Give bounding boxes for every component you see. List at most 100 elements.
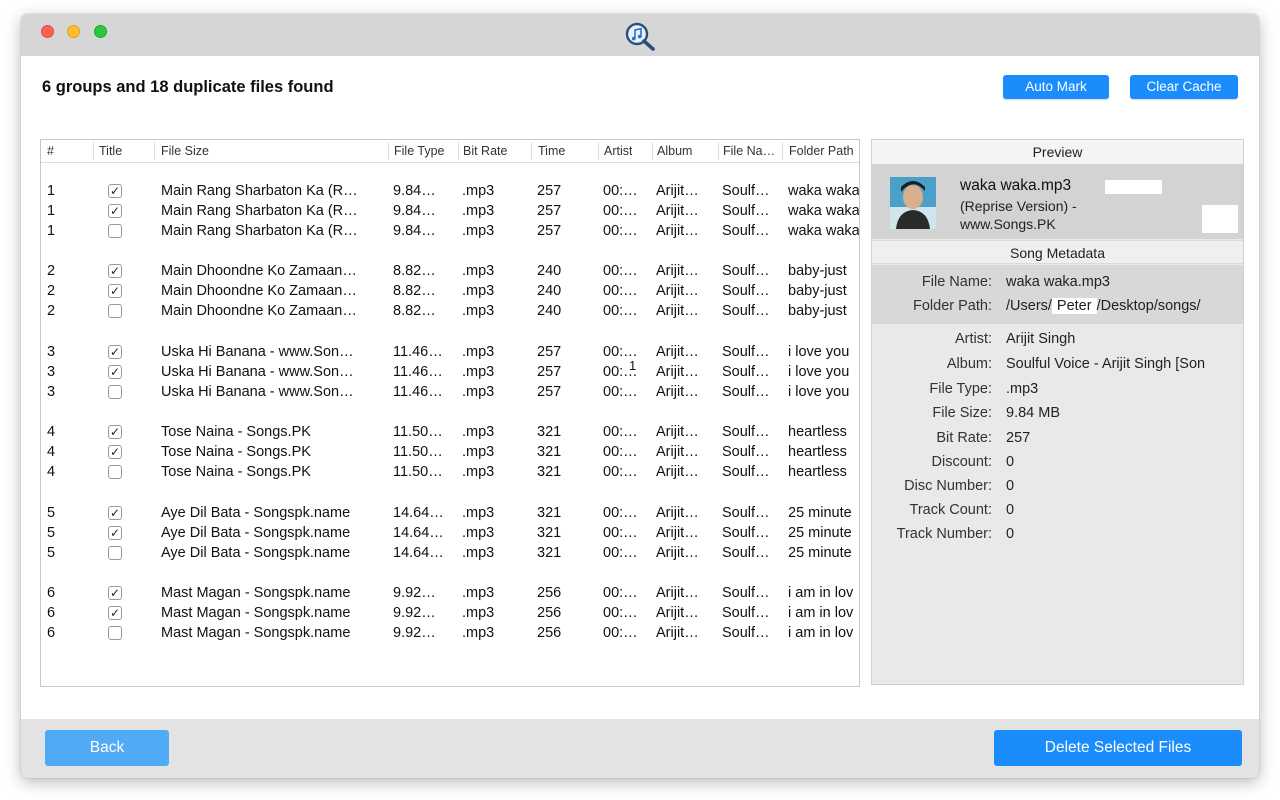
delete-selected-files-button[interactable]: Delete Selected Files — [994, 730, 1242, 766]
file-type-cell: .mp3 — [462, 444, 495, 460]
checkbox-unchecked[interactable] — [108, 626, 122, 640]
table-row[interactable]: ✓ 2 Main Dhoondne Ko Zamaan… 8.82… .mp3 240 00… — [41, 281, 859, 301]
column-divider[interactable] — [718, 142, 719, 160]
column-divider[interactable] — [93, 142, 94, 160]
artist-cell: Arijit… — [656, 344, 699, 360]
clear-cache-button[interactable]: Clear Cache — [1130, 75, 1238, 99]
metadata-value: /Users/Peter/Desktop/songs/ — [1006, 298, 1242, 314]
group-number: 3 — [47, 344, 56, 360]
file-type-cell: .mp3 — [462, 283, 495, 299]
column-header[interactable]: File Na… — [723, 144, 775, 158]
column-header[interactable]: File Size — [161, 144, 209, 158]
table-row[interactable]: ✓ 5 Aye Dil Bata - Songspk.name 14.64… .mp3 3… — [41, 523, 859, 543]
column-divider[interactable] — [531, 142, 532, 160]
column-divider[interactable] — [388, 142, 389, 160]
album-cell: Soulf… — [722, 203, 770, 219]
folder-path-cell: i love you — [788, 344, 850, 360]
table-row[interactable]: 2 Main Dhoondne Ko Zamaan… 8.82… .mp3 240 00:… — [41, 301, 859, 321]
minimize-window-button[interactable] — [67, 25, 80, 38]
checkbox-checked[interactable]: ✓ — [108, 445, 122, 459]
title-cell: Aye Dil Bata - Songspk.name — [161, 525, 351, 541]
checkbox-checked[interactable]: ✓ — [108, 506, 122, 520]
artist-cell: Arijit… — [656, 263, 699, 279]
checkbox-checked[interactable]: ✓ — [108, 204, 122, 218]
table-row[interactable]: 4 Tose Naina - Songs.PK 11.50… .mp3 321 00:… A… — [41, 462, 859, 482]
file-size-cell: 11.50… — [393, 464, 443, 480]
title-cell: Main Rang Sharbaton Ka (R… — [161, 183, 358, 199]
checkbox-unchecked[interactable] — [108, 385, 122, 399]
checkbox-checked[interactable]: ✓ — [108, 284, 122, 298]
bit-rate-cell: 256 — [537, 585, 562, 601]
checkbox-checked[interactable]: ✓ — [108, 184, 122, 198]
metadata-value: 9.84 MB — [1006, 405, 1060, 421]
group-number: 6 — [47, 625, 56, 641]
preview-subtitle: (Reprise Version) - www.Songs.PK — [960, 197, 1077, 233]
file-type-cell: .mp3 — [462, 303, 495, 319]
column-divider[interactable] — [458, 142, 459, 160]
title-cell: Tose Naina - Songs.PK — [161, 444, 311, 460]
group-number: 4 — [47, 464, 56, 480]
table-row[interactable]: ✓ 6 Mast Magan - Songspk.name 9.92… .mp3 256 0… — [41, 603, 859, 623]
metadata-label: Disc Number: — [904, 478, 992, 494]
column-divider[interactable] — [598, 142, 599, 160]
bit-rate-cell: 257 — [537, 384, 562, 400]
checkbox-unchecked[interactable] — [108, 304, 122, 318]
column-header[interactable]: Bit Rate — [463, 144, 507, 158]
folder-path-cell: 25 minute — [788, 545, 852, 561]
checkbox-unchecked[interactable] — [108, 546, 122, 560]
table-row[interactable]: 6 Mast Magan - Songspk.name 9.92… .mp3 256 00… — [41, 623, 859, 643]
column-header[interactable]: Album — [657, 144, 692, 158]
column-divider[interactable] — [782, 142, 783, 160]
checkbox-unchecked[interactable] — [108, 224, 122, 238]
folder-path-cell: i am in lov — [788, 605, 854, 621]
column-header[interactable]: Folder Path — [789, 144, 854, 158]
zoom-window-button[interactable] — [94, 25, 107, 38]
table-row[interactable]: ✓ 1 Main Rang Sharbaton Ka (R… 9.84… .mp3 257… — [41, 201, 859, 221]
title-cell: Uska Hi Banana - www.Son… — [161, 364, 354, 380]
checkbox-checked[interactable]: ✓ — [108, 606, 122, 620]
table-row[interactable]: ✓ 1 Main Rang Sharbaton Ka (R… 9.84… .mp3 257… — [41, 181, 859, 201]
close-window-button[interactable] — [41, 25, 54, 38]
auto-mark-button[interactable]: Auto Mark — [1003, 75, 1109, 99]
album-cell: Soulf… — [722, 625, 770, 641]
folder-path-cell: waka waka — [788, 223, 860, 239]
album-cell: Soulf… — [722, 303, 770, 319]
file-size-cell: 9.84… — [393, 223, 436, 239]
artist-cell: Arijit… — [656, 605, 699, 621]
column-header[interactable]: Time — [538, 144, 565, 158]
checkbox-checked[interactable]: ✓ — [108, 345, 122, 359]
column-header[interactable]: # — [47, 144, 54, 158]
checkbox-checked[interactable]: ✓ — [108, 264, 122, 278]
table-row[interactable]: ✓ 5 Aye Dil Bata - Songspk.name 14.64… .mp3 3… — [41, 503, 859, 523]
column-divider[interactable] — [652, 142, 653, 160]
checkbox-checked[interactable]: ✓ — [108, 425, 122, 439]
file-type-cell: .mp3 — [462, 384, 495, 400]
file-size-cell: 11.50… — [393, 444, 443, 460]
table-row[interactable]: ✓ 4 Tose Naina - Songs.PK 11.50… .mp3 321 00:…… — [41, 442, 859, 462]
table-row[interactable]: 3 Uska Hi Banana - www.Son… 11.46… .mp3 257 0… — [41, 382, 859, 402]
table-row[interactable]: 1 Main Rang Sharbaton Ka (R… 9.84… .mp3 257 0… — [41, 221, 859, 241]
time-cell: 00:… — [603, 625, 638, 641]
column-header[interactable]: Artist — [604, 144, 632, 158]
checkbox-checked[interactable]: ✓ — [108, 586, 122, 600]
column-divider[interactable] — [154, 142, 155, 160]
column-header[interactable]: Title — [99, 144, 122, 158]
table-row[interactable]: ✓ 2 Main Dhoondne Ko Zamaan… 8.82… .mp3 240 00… — [41, 261, 859, 281]
table-row[interactable]: 5 Aye Dil Bata - Songspk.name 14.64… .mp3 32… — [41, 543, 859, 563]
metadata-value: .mp3 — [1006, 381, 1039, 397]
checkbox-unchecked[interactable] — [108, 465, 122, 479]
table-row[interactable]: ✓ 6 Mast Magan - Songspk.name 9.92… .mp3 256 0… — [41, 583, 859, 603]
preview-subtitle-line-1: (Reprise Version) - — [960, 198, 1077, 214]
file-size-cell: 14.64… — [393, 525, 444, 541]
checkbox-checked[interactable]: ✓ — [108, 526, 122, 540]
file-type-cell: .mp3 — [462, 364, 495, 380]
column-header[interactable]: File Type — [394, 144, 445, 158]
title-cell: Main Dhoondne Ko Zamaan… — [161, 283, 357, 299]
text-cursor-glyph: 1 — [629, 358, 637, 373]
table-row[interactable]: ✓ 3 Uska Hi Banana - www.Son… 11.46… .mp3 257… — [41, 342, 859, 362]
back-button[interactable]: Back — [45, 730, 169, 766]
folder-path-cell: baby-just — [788, 283, 847, 299]
table-row[interactable]: ✓ 4 Tose Naina - Songs.PK 11.50… .mp3 321 00:…… — [41, 422, 859, 442]
table-row[interactable]: ✓ 3 Uska Hi Banana - www.Son… 11.46… .mp3 257… — [41, 362, 859, 382]
checkbox-checked[interactable]: ✓ — [108, 365, 122, 379]
